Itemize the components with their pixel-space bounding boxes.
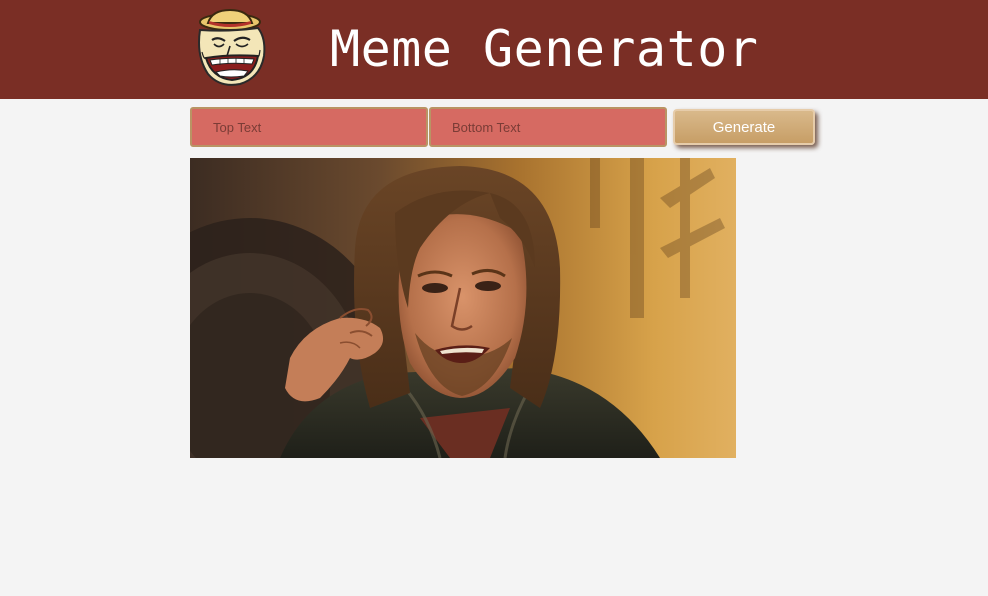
- header-bar: Meme Generator: [0, 0, 988, 99]
- page-title: Meme Generator: [330, 20, 759, 78]
- troll-face-icon: [198, 8, 266, 86]
- bottom-text-input[interactable]: [429, 107, 667, 147]
- top-text-input[interactable]: [190, 107, 428, 147]
- meme-image[interactable]: [190, 158, 736, 458]
- generate-button[interactable]: Generate: [673, 109, 815, 145]
